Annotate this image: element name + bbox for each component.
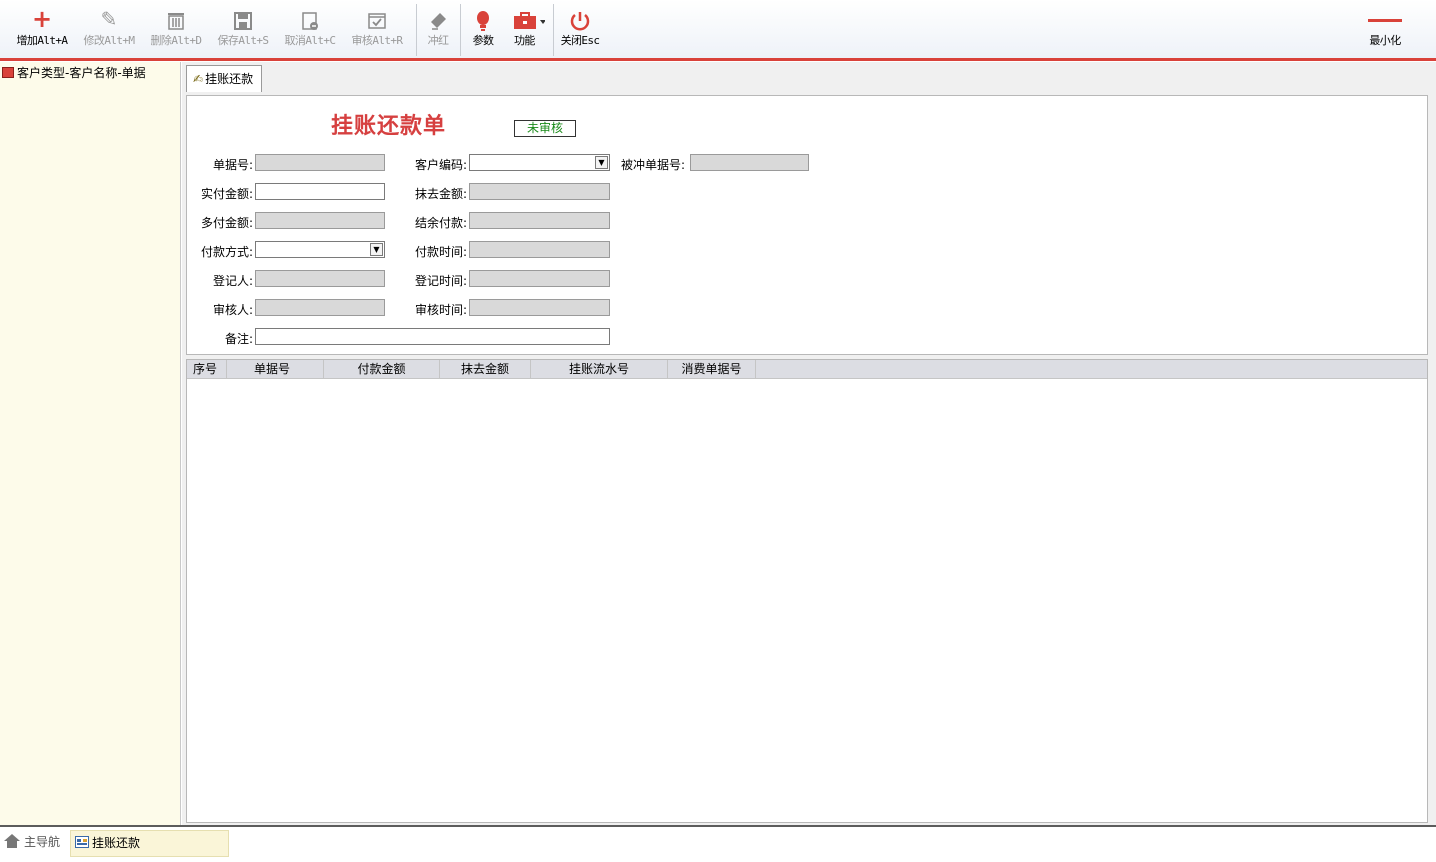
detail-grid: 序号 单据号 付款金额 抹去金额 挂账流水号 消费单据号 [186, 359, 1428, 823]
balance-payment-label: 结余付款: [414, 216, 467, 230]
chevron-down-icon[interactable]: ▼ [595, 156, 608, 169]
folder-icon [2, 67, 14, 78]
remark-field[interactable] [255, 328, 610, 345]
customer-code-select[interactable]: ▼ [469, 154, 610, 171]
grid-col-consume-doc-no[interactable]: 消费单据号 [668, 360, 756, 378]
home-icon [4, 834, 20, 848]
delete-label: 删除Alt+D [150, 34, 203, 47]
payment-method-select[interactable]: ▼ [255, 241, 385, 258]
bottom-nav-bar: 主导航 挂账还款 [0, 825, 1436, 862]
registrar-label: 登记人: [212, 274, 253, 288]
toolbox-icon [510, 6, 548, 32]
reversed-doc-no-label: 被冲单据号: [620, 158, 685, 172]
customer-tree: 客户类型-客户名称-单据 [0, 62, 181, 825]
params-label: 参数 [472, 34, 494, 47]
cancel-button[interactable]: 取消Alt+C [281, 6, 339, 56]
grid-header: 序号 单据号 付款金额 抹去金额 挂账流水号 消费单据号 [187, 360, 1427, 379]
trash-icon [147, 6, 205, 32]
payment-time-field[interactable] [469, 241, 610, 258]
register-time-label: 登记时间: [414, 274, 467, 288]
functions-button[interactable]: 功能 [510, 6, 548, 56]
registrar-field[interactable] [255, 270, 385, 287]
add-button[interactable]: + 增加Alt+A [14, 6, 70, 56]
grid-col-payment-amount[interactable]: 付款金额 [324, 360, 440, 378]
doc-no-label: 单据号: [212, 158, 253, 172]
audit-time-label: 审核时间: [414, 303, 467, 317]
bulb-icon [469, 6, 497, 32]
tab-repayment[interactable]: ✍ 挂账还款 [186, 65, 263, 92]
pencil-icon: ✎ [100, 7, 118, 31]
reverse-label: 冲红 [427, 34, 449, 47]
close-button[interactable]: 关闭Esc [557, 6, 603, 56]
paid-amount-label: 实付金额: [200, 187, 253, 201]
eraser-icon [424, 6, 452, 32]
toolbar: + 增加Alt+A ✎ 修改Alt+M 删除Alt+D 保存Alt+S 取消Al… [0, 0, 1436, 61]
cancel-label: 取消Alt+C [284, 34, 337, 47]
doc-no-field[interactable] [255, 154, 385, 171]
grid-col-write-off-amount[interactable]: 抹去金额 [440, 360, 531, 378]
audit-button[interactable]: 审核Alt+R [348, 6, 406, 56]
edit-label: 修改Alt+M [83, 34, 136, 47]
active-module-tab[interactable]: 挂账还款 [70, 830, 229, 857]
toolbar-separator [416, 4, 417, 56]
chevron-down-icon[interactable]: ▼ [370, 243, 383, 256]
check-doc-icon [348, 6, 406, 32]
reversed-doc-no-field[interactable] [690, 154, 809, 171]
delete-button[interactable]: 删除Alt+D [147, 6, 205, 56]
tab-label: 挂账还款 [205, 72, 254, 86]
save-label: 保存Alt+S [217, 34, 270, 47]
plus-icon: + [31, 5, 53, 33]
register-time-field[interactable] [469, 270, 610, 287]
tree-root-node[interactable]: 客户类型-客户名称-单据 [2, 64, 146, 81]
customer-code-label: 客户编码: [414, 158, 467, 172]
balance-payment-field[interactable] [469, 212, 610, 229]
save-button[interactable]: 保存Alt+S [214, 6, 272, 56]
functions-label: 功能 [514, 34, 535, 47]
form-title: 挂账还款单 [331, 114, 447, 139]
tree-root-label: 客户类型-客户名称-单据 [17, 66, 146, 80]
overpaid-amount-label: 多付金额: [200, 216, 253, 230]
cancel-doc-icon [281, 6, 339, 32]
minimize-icon [1362, 6, 1408, 32]
home-tab[interactable]: 主导航 [4, 830, 64, 855]
add-label: 增加Alt+A [16, 34, 69, 47]
power-icon [557, 6, 603, 32]
grid-col-doc-no[interactable]: 单据号 [227, 360, 324, 378]
home-label: 主导航 [24, 835, 61, 849]
brush-icon: ✍ [193, 72, 204, 86]
overpaid-amount-field[interactable] [255, 212, 385, 229]
active-module-label: 挂账还款 [92, 836, 141, 850]
main-panel: ✍ 挂账还款 挂账还款单 未审核 单据号: 客户编码: ▼ 被冲单据号: 实付金额… [182, 62, 1436, 825]
floppy-icon [214, 6, 272, 32]
close-label: 关闭Esc [560, 34, 600, 47]
auditor-label: 审核人: [212, 303, 253, 317]
reverse-button[interactable]: 冲红 [424, 6, 452, 56]
remark-label: 备注: [224, 332, 253, 346]
repayment-form: 挂账还款单 未审核 单据号: 客户编码: ▼ 被冲单据号: 实付金额: 抹去金额… [186, 95, 1428, 355]
auditor-field[interactable] [255, 299, 385, 316]
payment-time-label: 付款时间: [414, 245, 467, 259]
module-icon [75, 836, 89, 848]
grid-col-index[interactable]: 序号 [187, 360, 227, 378]
paid-amount-field[interactable] [255, 183, 385, 200]
minimize-label: 最小化 [1369, 34, 1401, 47]
write-off-amount-label: 抹去金额: [414, 187, 467, 201]
minimize-button[interactable]: 最小化 [1362, 6, 1408, 56]
params-button[interactable]: 参数 [469, 6, 497, 56]
toolbar-separator [460, 4, 461, 56]
payment-method-label: 付款方式: [200, 245, 253, 259]
grid-col-credit-serial[interactable]: 挂账流水号 [531, 360, 668, 378]
audit-label: 审核Alt+R [351, 34, 404, 47]
toolbar-separator [553, 4, 554, 56]
status-badge: 未审核 [514, 120, 576, 137]
audit-time-field[interactable] [469, 299, 610, 316]
edit-button[interactable]: ✎ 修改Alt+M [80, 6, 138, 56]
write-off-amount-field[interactable] [469, 183, 610, 200]
